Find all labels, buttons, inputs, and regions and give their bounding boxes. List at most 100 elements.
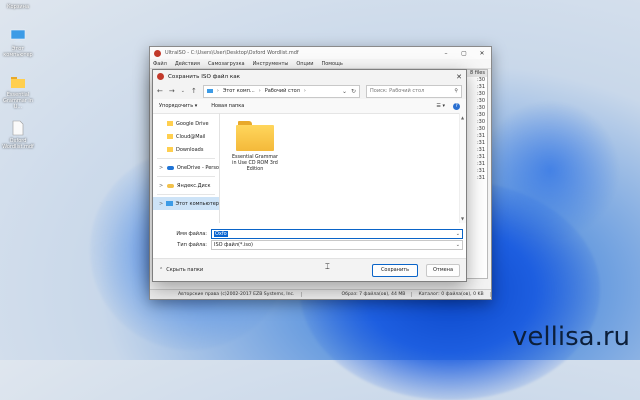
chevron-down-icon[interactable]: ⌄ bbox=[456, 231, 460, 237]
sidebar-item-cloud-mail[interactable]: Cloud@Mail bbox=[153, 130, 219, 143]
chevron-down-icon[interactable]: ⌄ bbox=[456, 242, 460, 248]
folder-icon bbox=[167, 147, 173, 152]
organize-button[interactable]: Упорядочить ▾ bbox=[159, 103, 197, 109]
save-iso-dialog: Сохранить ISO файл как ✕ ← → ⌄ ↑ › Этот … bbox=[152, 69, 467, 282]
desktop-icon-mdf-file[interactable]: Oxford Wordlist.mdf bbox=[0, 120, 36, 150]
breadcrumb-desktop[interactable]: Рабочий стол bbox=[265, 88, 300, 94]
file-list-cell: :31 bbox=[476, 154, 485, 160]
breadcrumb-separator-icon: › bbox=[303, 88, 306, 94]
file-icon bbox=[10, 120, 26, 136]
sidebar-item-yandex-disk[interactable]: > Яндекс.Диск bbox=[153, 179, 219, 192]
computer-icon bbox=[10, 28, 26, 44]
menu-tools[interactable]: Инструменты bbox=[253, 61, 289, 67]
computer-icon bbox=[166, 201, 173, 206]
refresh-icon[interactable]: ↻ bbox=[351, 88, 356, 95]
search-input[interactable]: Поиск: Рабочий стол ⚲ bbox=[366, 84, 462, 98]
desktop-icon-this-pc[interactable]: Этот компьютер bbox=[0, 28, 36, 58]
file-list-cell: :31 bbox=[476, 168, 485, 174]
sidebar-item-label: Downloads bbox=[176, 146, 204, 153]
watermark: vellisa.ru bbox=[512, 322, 630, 352]
file-list-cell: :30 bbox=[476, 119, 485, 125]
cloud-icon bbox=[167, 183, 174, 188]
view-options-icon[interactable]: ☰ ▾ bbox=[436, 103, 445, 110]
scroll-up-icon[interactable]: ▲ bbox=[461, 115, 464, 120]
vertical-scrollbar[interactable]: ▲ ▼ bbox=[459, 113, 466, 223]
folder-icon bbox=[167, 121, 173, 126]
breadcrumb-this-pc[interactable]: Этот комп... bbox=[223, 88, 255, 94]
sidebar-item-google-drive[interactable]: Google Drive bbox=[153, 117, 219, 130]
scroll-down-icon[interactable]: ▼ bbox=[461, 216, 464, 221]
new-folder-button[interactable]: Новая папка bbox=[211, 103, 244, 109]
maximize-icon[interactable]: ▢ bbox=[455, 50, 473, 57]
close-icon[interactable]: ✕ bbox=[473, 50, 491, 57]
dialog-footer: ⌃ Скрыть папки Сохранить Отмена bbox=[153, 258, 466, 281]
sidebar-item-label: Cloud@Mail bbox=[176, 133, 206, 140]
computer-icon bbox=[206, 89, 213, 93]
filetype-select[interactable]: ISO файл(*.iso) ⌄ bbox=[211, 239, 463, 250]
address-bar[interactable]: › Этот комп... › Рабочий стол › ⌄ ↻ bbox=[202, 84, 360, 98]
file-list-cell: :31 bbox=[476, 140, 485, 146]
file-list-cell: :30 bbox=[476, 112, 485, 118]
file-list-cell: :30 bbox=[476, 126, 485, 132]
file-item-folder[interactable]: Essential Grammar in Use CD ROM 3rd Edit… bbox=[230, 121, 280, 173]
menu-actions[interactable]: Действия bbox=[175, 61, 200, 67]
filetype-label: Тип файла: bbox=[177, 241, 207, 248]
file-list-cell: :30 bbox=[476, 91, 485, 97]
sidebar-item-this-pc[interactable]: > Этот компьютер bbox=[153, 197, 219, 210]
ultraiso-title: UltraISO - C:\Users\User\Desktop\Oxford … bbox=[165, 50, 299, 56]
navigation-pane: Google Drive Cloud@Mail Downloads > OneD… bbox=[153, 113, 220, 223]
cancel-button[interactable]: Отмена bbox=[426, 263, 460, 277]
chevron-right-icon[interactable]: > bbox=[159, 201, 163, 207]
desktop-icon-label: Essential Grammar in U... bbox=[2, 92, 33, 110]
chevron-down-icon[interactable]: ⌄ bbox=[181, 88, 185, 94]
menu-options[interactable]: Опции bbox=[296, 61, 313, 67]
dialog-titlebar: Сохранить ISO файл как ✕ bbox=[153, 70, 466, 83]
ultraiso-titlebar: UltraISO - C:\Users\User\Desktop\Oxford … bbox=[150, 47, 491, 59]
up-arrow-icon[interactable]: ↑ bbox=[191, 87, 197, 95]
filetype-row: Тип файла: ISO файл(*.iso) ⌄ bbox=[173, 239, 466, 250]
menu-help[interactable]: Помощь bbox=[321, 61, 342, 67]
chevron-down-icon[interactable]: ⌄ bbox=[342, 88, 347, 95]
status-image: Образ: 7 файла(ов), 44 MB bbox=[336, 292, 413, 297]
back-arrow-icon[interactable]: ← bbox=[157, 87, 163, 95]
file-list-cell: :31 bbox=[476, 84, 485, 90]
folder-icon bbox=[167, 134, 173, 139]
forward-arrow-icon[interactable]: → bbox=[169, 87, 175, 95]
save-button[interactable]: Сохранить bbox=[372, 263, 418, 277]
dialog-fields: Имя файла: Oxfo ⌄ Тип файла: ISO файл(*.… bbox=[153, 228, 466, 250]
ultraiso-menubar: Файл Действия Самозагрузка Инструменты О… bbox=[150, 59, 491, 69]
ultraiso-file-list-fragment: 8 files:30:31:30:30:30:30:30:30:31:31:31… bbox=[464, 69, 488, 279]
wallpaper-bloom-right bbox=[480, 100, 620, 240]
sidebar-item-onedrive[interactable]: > OneDrive - Perso bbox=[153, 161, 219, 174]
close-icon[interactable]: ✕ bbox=[452, 73, 466, 81]
hide-folders-label: Скрыть папки bbox=[166, 267, 204, 273]
search-icon: ⚲ bbox=[454, 88, 458, 94]
sidebar-item-label: Яндекс.Диск bbox=[177, 182, 211, 189]
folder-icon bbox=[236, 121, 274, 151]
file-list-cell: :30 bbox=[476, 98, 485, 104]
desktop-icon-recycle-bin[interactable]: Корзина bbox=[0, 4, 36, 10]
chevron-right-icon[interactable]: > bbox=[159, 183, 164, 189]
ultraiso-app-icon bbox=[157, 73, 164, 80]
minimize-icon[interactable]: – bbox=[437, 50, 455, 57]
chevron-right-icon[interactable]: > bbox=[159, 165, 164, 171]
filetype-value: ISO файл(*.iso) bbox=[214, 241, 254, 248]
status-directory: Каталог: 0 файла(ов), 0 KB bbox=[412, 292, 491, 297]
dialog-body: Google Drive Cloud@Mail Downloads > OneD… bbox=[153, 113, 466, 223]
file-list-cell: :30 bbox=[476, 105, 485, 111]
folder-icon bbox=[10, 74, 26, 90]
desktop-icon-folder[interactable]: Essential Grammar in U... bbox=[0, 74, 36, 110]
ultraiso-statusbar: Авторские права (c)2002-2017 EZB Systems… bbox=[150, 289, 491, 299]
onedrive-icon bbox=[166, 165, 174, 170]
hide-folders-toggle[interactable]: ⌃ Скрыть папки bbox=[159, 267, 203, 273]
breadcrumb-separator-icon: › bbox=[258, 88, 261, 94]
menu-file[interactable]: Файл bbox=[153, 61, 167, 67]
filename-value: Oxfo bbox=[214, 230, 228, 237]
menu-bootable[interactable]: Самозагрузка bbox=[208, 61, 245, 67]
sidebar-item-downloads[interactable]: Downloads bbox=[153, 143, 219, 156]
sidebar-item-label: Этот компьютер bbox=[175, 200, 219, 207]
filename-input[interactable]: Oxfo ⌄ bbox=[211, 228, 463, 239]
file-item-name: Essential Grammar in Use CD ROM 3rd Edit… bbox=[232, 155, 278, 172]
filename-row: Имя файла: Oxfo ⌄ bbox=[173, 228, 466, 239]
help-icon[interactable]: ? bbox=[453, 102, 460, 110]
